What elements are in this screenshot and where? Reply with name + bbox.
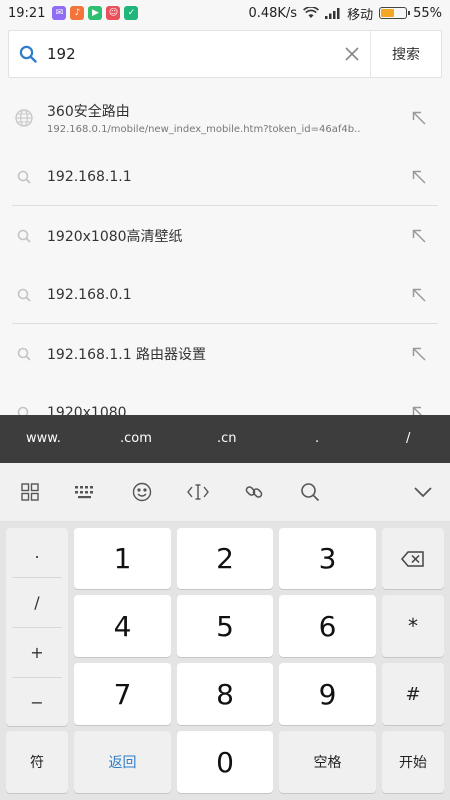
keyboard-toolbar	[0, 463, 450, 522]
key-9[interactable]: 9	[279, 663, 376, 725]
fill-arrow-icon[interactable]	[399, 288, 439, 302]
suggestion-url: 192.168.0.1/mobile/new_index_mobile.htm?…	[47, 123, 361, 135]
key-6[interactable]: 6	[279, 595, 376, 657]
search-icon	[0, 229, 47, 243]
status-right: 0.48K/s 移动 55%	[248, 0, 442, 26]
key-7[interactable]: 7	[74, 663, 171, 725]
clipboard-link-icon[interactable]	[242, 480, 266, 504]
notification-icons: ✉ ♪ ▶ ☺ ✓	[52, 6, 139, 20]
search-icon[interactable]	[298, 480, 322, 504]
status-time: 19:21	[8, 5, 46, 21]
space-key[interactable]: 空格	[279, 731, 376, 793]
battery-percent: 55%	[413, 5, 442, 21]
key-1[interactable]: 1	[74, 528, 171, 589]
suggestion-title: 192.168.0.1	[47, 286, 132, 303]
suggestion-item[interactable]: 192.168.1.1 路由器设置	[0, 324, 450, 383]
search-icon	[0, 288, 47, 302]
signal-icon	[325, 8, 340, 19]
suggestion-title: 360安全路由	[47, 103, 130, 120]
grid-icon[interactable]	[18, 480, 42, 504]
clear-icon[interactable]	[334, 30, 370, 78]
url-shortcut-bar: www. .com .cn . /	[0, 415, 450, 463]
suggestion-title: 1920x1080高清壁纸	[47, 228, 183, 245]
wifi-icon	[303, 7, 320, 18]
symbol-column: . / + −	[6, 528, 68, 726]
suggestion-title: 192.168.1.1 路由器设置	[47, 346, 207, 363]
chevron-down-icon[interactable]	[411, 480, 435, 504]
key-2[interactable]: 2	[177, 528, 273, 589]
key-3[interactable]: 3	[279, 528, 376, 589]
start-key[interactable]: 开始	[382, 731, 444, 793]
fill-arrow-icon[interactable]	[399, 111, 439, 125]
key-hash[interactable]: #	[382, 663, 444, 725]
keyboard-icon[interactable]	[73, 480, 97, 504]
status-bar: 19:21 ✉ ♪ ▶ ☺ ✓ 0.48K/s 移动 55%	[0, 0, 450, 26]
app-notification-icon: ✉	[52, 6, 67, 20]
cursor-icon[interactable]	[186, 480, 210, 504]
numeric-keyboard: . / + − 1 2 3 4 5 6 * 7 8 9 # 符 返回 0 空格 …	[0, 522, 450, 800]
avatar-notification-icon: ☺	[106, 6, 121, 20]
backspace-icon	[401, 550, 424, 567]
search-input[interactable]	[47, 45, 334, 63]
fill-arrow-icon[interactable]	[399, 229, 439, 243]
shortcut-cn[interactable]: .cn	[217, 431, 237, 446]
key-8[interactable]: 8	[177, 663, 273, 725]
tiktok-notification-icon: ♪	[70, 6, 85, 20]
carrier-label: 移动	[347, 7, 374, 23]
key-4[interactable]: 4	[74, 595, 171, 657]
search-bar: 搜索	[8, 30, 442, 78]
suggestion-item-360-router[interactable]: 360安全路由 192.168.0.1/mobile/new_index_mob…	[0, 88, 450, 147]
video-notification-icon: ▶	[88, 6, 103, 20]
search-icon	[9, 30, 47, 78]
key-asterisk[interactable]: *	[382, 595, 444, 657]
suggestion-item[interactable]: 1920x1080高清壁纸	[0, 206, 450, 265]
key-period[interactable]: .	[6, 528, 68, 577]
key-plus[interactable]: +	[6, 628, 68, 677]
fill-arrow-icon[interactable]	[399, 170, 439, 184]
search-icon	[0, 170, 47, 184]
emoji-icon[interactable]	[130, 480, 154, 504]
key-minus[interactable]: −	[6, 678, 68, 727]
shortcut-com[interactable]: .com	[120, 431, 152, 446]
symbols-key[interactable]: 符	[6, 731, 68, 793]
shortcut-slash[interactable]: /	[406, 431, 410, 446]
key-slash[interactable]: /	[6, 578, 68, 627]
globe-icon	[0, 108, 47, 127]
network-speed: 0.48K/s	[248, 5, 298, 21]
suggestion-item[interactable]: 192.168.1.1	[0, 147, 450, 206]
shortcut-dot[interactable]: .	[315, 431, 319, 446]
search-icon	[0, 347, 47, 361]
back-key[interactable]: 返回	[74, 731, 171, 793]
key-5[interactable]: 5	[177, 595, 273, 657]
suggestion-list: 360安全路由 192.168.0.1/mobile/new_index_mob…	[0, 88, 450, 442]
suggestion-item[interactable]: 192.168.0.1	[0, 265, 450, 324]
battery-icon	[379, 7, 411, 19]
search-button[interactable]: 搜索	[371, 30, 441, 78]
backspace-key[interactable]	[382, 528, 444, 589]
shortcut-www[interactable]: www.	[26, 431, 61, 446]
shield-notification-icon: ✓	[124, 6, 139, 20]
fill-arrow-icon[interactable]	[399, 347, 439, 361]
suggestion-title: 192.168.1.1	[47, 168, 132, 185]
key-0[interactable]: 0	[177, 731, 273, 793]
